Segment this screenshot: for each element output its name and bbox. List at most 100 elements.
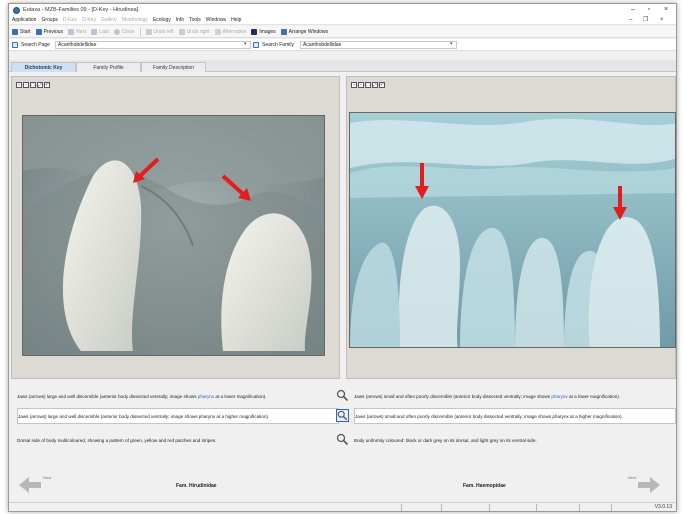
previous-label: Previous (43, 28, 64, 35)
key-option-text: Jaws (arrows) small and often poorly dis… (355, 413, 623, 419)
status-cell (441, 504, 442, 511)
toolbar: Start Previous Next Last Close Undo left… (9, 26, 676, 38)
menu-help[interactable]: Help (231, 17, 241, 23)
warning-icon (214, 28, 221, 35)
undo-right-label: Undo right (186, 28, 210, 35)
left-image-pane: + − □ ⤢ ↶ (11, 76, 340, 379)
fit-icon[interactable]: □ (365, 82, 371, 88)
rotate-icon[interactable]: ↶ (379, 82, 385, 88)
back-nav-label: Next (43, 475, 52, 480)
mdi-close-icon[interactable]: × (660, 16, 664, 25)
menu-groups[interactable]: Groups (41, 17, 57, 23)
search-family-input[interactable]: Acanthobdellidae (300, 41, 457, 49)
next-button[interactable]: Next (68, 28, 87, 35)
maximize-icon[interactable]: ▫ (642, 5, 656, 15)
right-specimen-image[interactable] (349, 112, 676, 348)
menu-application[interactable]: Application (12, 17, 36, 23)
chevron-down-icon[interactable]: ▾ (450, 41, 453, 47)
close-circle-icon (113, 28, 120, 35)
search-family-icon (253, 42, 259, 48)
right-family-label: Fam. Haemopidae (463, 483, 506, 489)
undo-left-button[interactable]: Undo left (145, 28, 174, 35)
expand-icon[interactable]: ⤢ (37, 82, 43, 88)
close-button[interactable]: Close (113, 28, 135, 35)
menu-windows[interactable]: Windows (206, 17, 226, 23)
left-specimen-image[interactable] (22, 115, 325, 356)
menu-o-key[interactable]: O-Key (82, 17, 96, 23)
minimize-icon[interactable]: – (626, 5, 640, 15)
key-option-text: Jaws (arrows) large and well discernible… (18, 413, 270, 419)
menu-info[interactable]: Info (176, 17, 184, 23)
key-option-text: Jaws (arrows) large and well discernible… (17, 394, 266, 399)
search-bar: Search Page Acanthobdellidae ▾ Search Fa… (9, 39, 676, 51)
pharynx-link[interactable]: pharynx (198, 394, 214, 399)
fit-icon[interactable]: □ (30, 82, 36, 88)
start-icon (12, 28, 18, 35)
back-nav-button[interactable]: Next (17, 473, 53, 493)
key-option-right-1[interactable]: Jaws (arrows) small and often poorly dis… (354, 388, 676, 404)
zoom-out-icon[interactable]: − (23, 82, 29, 88)
key-option-text-part: at a lower magnification). (567, 393, 621, 399)
mdi-minimize-icon[interactable]: – (629, 16, 632, 25)
arrow-right-icon (68, 28, 75, 35)
last-button[interactable]: Last (91, 28, 109, 35)
zoom-in-icon[interactable]: + (16, 82, 22, 88)
toolbar-separator (139, 27, 141, 36)
magnifier-icon[interactable] (336, 433, 349, 446)
mdi-restore-icon[interactable]: ❐ (643, 16, 648, 25)
magnifier-icon[interactable] (336, 409, 349, 422)
images-button[interactable]: Images (251, 28, 276, 35)
key-option-text-part: Jaws (arrows) large and well discernible… (17, 393, 198, 399)
key-option-left-3[interactable]: Dorsal side of body multicoloured, showi… (17, 432, 339, 448)
alternative-button[interactable]: Alternative (214, 28, 246, 35)
image-toolbar: + − □ ⤢ ↶ (351, 82, 386, 88)
search-page-icon (12, 42, 18, 48)
start-button[interactable]: Start (12, 28, 31, 35)
pharynx-link[interactable]: pharynx (551, 394, 567, 399)
arrange-windows-button[interactable]: Arrange Windows (280, 28, 328, 35)
status-cell (489, 504, 490, 511)
key-option-right-3[interactable]: Body uniformly coloured: black or dark g… (354, 432, 676, 448)
forward-nav-label: Next (628, 475, 637, 480)
next-label: Next (76, 28, 87, 35)
tab-family-profile[interactable]: Family Profile (76, 62, 141, 72)
images-label: Images (259, 28, 276, 35)
app-window: Eutaxa - MZB-Families 09 - [D-Key - Hiru… (8, 3, 677, 512)
close-icon[interactable]: × (659, 5, 673, 15)
status-cell (536, 504, 537, 511)
undo-left-label: Undo left (153, 28, 174, 35)
tab-dichotomic-key[interactable]: Dichotomic Key (11, 62, 76, 72)
menu-ecology[interactable]: Ecology (153, 17, 171, 23)
key-option-text-part: Jaws (arrows) small and often poorly dis… (354, 393, 552, 399)
image-toolbar: + − □ ⤢ ↶ (16, 82, 51, 88)
menu-morphology[interactable]: Morphology (122, 17, 148, 23)
rotate-icon[interactable]: ↶ (44, 82, 50, 88)
search-page-input[interactable]: Acanthobdellidae (55, 41, 251, 49)
window-title: Eutaxa - MZB-Families 09 - [D-Key - Hiru… (23, 7, 139, 13)
menu-bar: Application Groups D-Key O-Key Gallery M… (9, 16, 676, 25)
chevron-down-icon[interactable]: ▾ (244, 41, 247, 47)
forward-nav-button[interactable]: Next (626, 473, 662, 493)
zoom-out-icon[interactable]: − (358, 82, 364, 88)
tab-family-description[interactable]: Family Description (141, 62, 206, 72)
key-option-right-2[interactable]: Jaws (arrows) small and often poorly dis… (354, 408, 676, 424)
start-label: Start (20, 28, 31, 35)
key-option-left-2[interactable]: Jaws (arrows) large and well discernible… (17, 408, 339, 424)
status-cell (579, 504, 580, 511)
zoom-in-icon[interactable]: + (351, 82, 357, 88)
menu-tools[interactable]: Tools (189, 17, 201, 23)
menu-gallery[interactable]: Gallery (101, 17, 117, 23)
undo-right-button[interactable]: Undo right (178, 28, 210, 35)
key-option-text: Dorsal side of body multicoloured, showi… (17, 437, 217, 443)
key-option-left-1[interactable]: Jaws (arrows) large and well discernible… (17, 388, 339, 404)
undo-left-icon (145, 28, 152, 35)
previous-button[interactable]: Previous (35, 28, 64, 35)
tab-bar: Dichotomic Key Family Profile Family Des… (9, 60, 676, 72)
last-label: Last (99, 28, 109, 35)
expand-icon[interactable]: ⤢ (372, 82, 378, 88)
magnifier-icon[interactable] (336, 389, 349, 402)
menu-d-key[interactable]: D-Key (63, 17, 77, 23)
title-bar: Eutaxa - MZB-Families 09 - [D-Key - Hiru… (9, 4, 676, 16)
close-label: Close (121, 28, 135, 35)
arrow-left-icon (35, 28, 42, 35)
